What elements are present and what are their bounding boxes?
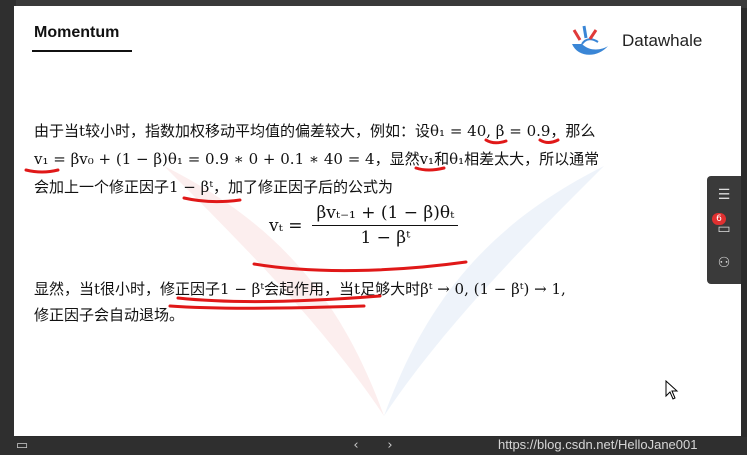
formula-denominator: 1 − βᵗ xyxy=(360,228,411,248)
formula-lhs: vₜ = xyxy=(269,215,303,236)
slide: Momentum Datawhale 由于当t较小时，指数加权移动平均值的偏差较… xyxy=(14,6,741,436)
source-watermark: https://blog.csdn.net/HelloJane001 xyxy=(498,437,698,452)
comment-count-badge: 6 xyxy=(712,213,726,225)
background-logo-watermark xyxy=(164,166,604,416)
slide-title: Momentum xyxy=(34,24,120,41)
formula-fraction: βvₜ₋₁ + (1 − β)θₜ 1 − βᵗ xyxy=(312,203,459,248)
paragraph-line-2: v₁ = βv₀ + (1 − β)θ₁ = 0.9 ∗ 0 + 0.1 ∗ 4… xyxy=(34,150,600,168)
notes-icon[interactable]: ☰ xyxy=(713,184,735,206)
bias-correction-formula: vₜ = βvₜ₋₁ + (1 − β)θₜ 1 − βᵗ xyxy=(269,203,459,248)
ink-underline-v1 xyxy=(24,168,60,174)
paragraph-line-3: 会加上一个修正因子1 − βᵗ，加了修正因子后的公式为 xyxy=(34,178,394,196)
paragraph-line-5: 修正因子会自动退场。 xyxy=(34,306,185,324)
paragraph-line-4: 显然，当t很小时，修正因子1 − βᵗ会起作用，当t足够大时βᵗ → 0, (1… xyxy=(34,280,566,298)
datawhale-logo-icon xyxy=(572,25,608,55)
formula-numerator: βvₜ₋₁ + (1 − β)θₜ xyxy=(312,203,459,226)
participants-icon[interactable]: ⚇ xyxy=(713,252,735,274)
side-tool-panel: ☰ ▭ ⚇ xyxy=(707,176,741,284)
paragraph-line-1: 由于当t较小时，指数加权移动平均值的偏差较大，例如：设θ₁ = 40, β = … xyxy=(34,122,596,140)
brand-name: Datawhale xyxy=(622,31,703,50)
title-underline xyxy=(32,50,132,52)
next-slide-button[interactable]: › xyxy=(378,437,402,455)
sidebar-toggle-icon[interactable]: ▭ xyxy=(10,437,34,455)
previous-slide-button[interactable]: ‹ xyxy=(344,437,368,455)
mouse-cursor-icon xyxy=(665,380,679,400)
